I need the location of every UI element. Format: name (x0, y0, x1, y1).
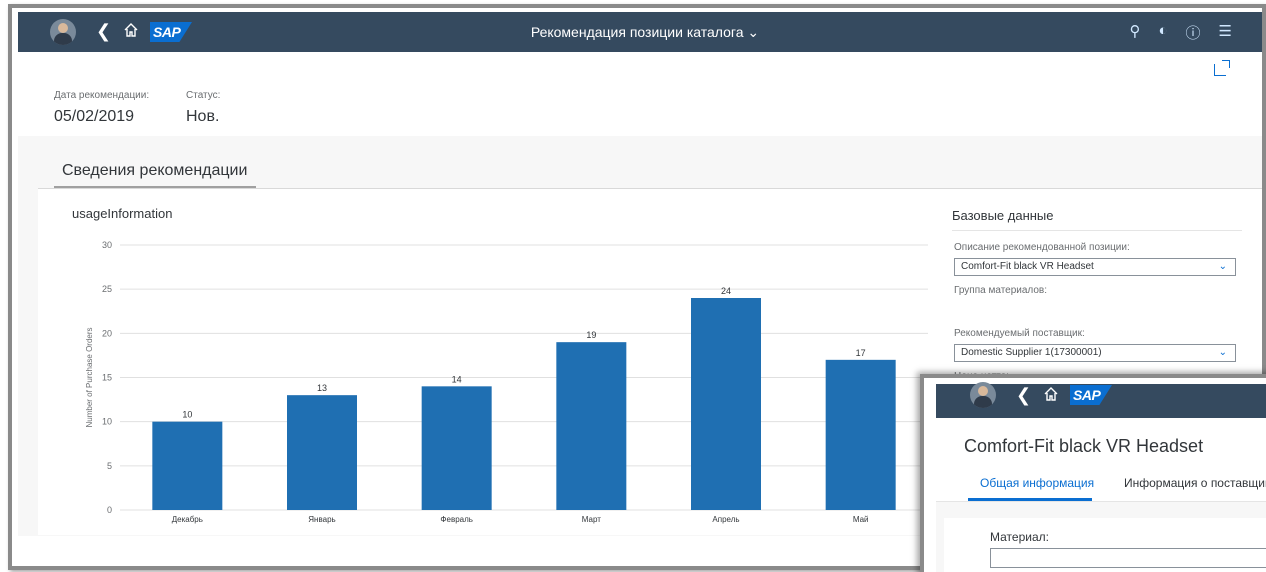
chart-title: usageInformation (72, 206, 173, 221)
tab-recommendation-details[interactable]: Сведения рекомендации (62, 162, 247, 180)
y-tick-label: 5 (107, 461, 112, 471)
object-title: Comfort-Fit black VR Headset (964, 436, 1204, 456)
supplier-select[interactable]: Domestic Supplier 1(17300001) ⌄ (954, 344, 1236, 362)
y-tick-label: 20 (102, 328, 112, 338)
x-tick-label: Февраль (440, 515, 473, 524)
status-value: Нов. (186, 108, 220, 125)
back-icon[interactable]: ❮ (1016, 385, 1031, 406)
bar (556, 342, 627, 510)
bar (421, 386, 492, 510)
basic-data-divider (952, 230, 1242, 231)
chevron-down-icon[interactable]: ⌄ (1219, 345, 1227, 361)
material-label: Материал: (990, 530, 1049, 544)
notifications-icon[interactable]: ☰ (1219, 22, 1232, 43)
avatar[interactable] (970, 382, 996, 408)
material-group-label: Группа материалов: (954, 285, 1048, 296)
material-input[interactable] (990, 548, 1266, 568)
app-title[interactable]: Рекомендация позиции каталога ⌄ (18, 24, 1262, 41)
basic-data-title: Базовые данные (952, 208, 1054, 223)
bar (825, 359, 896, 510)
x-tick-label: Март (582, 515, 601, 524)
tab-general-info[interactable]: Общая информация (980, 476, 1094, 490)
chevron-down-icon: ⌄ (747, 24, 760, 40)
item-description-value: Comfort-Fit black VR Headset (961, 261, 1094, 272)
x-tick-label: Май (853, 515, 869, 524)
shell-toolbar: ⚲ ◐ ⓘ ☰ (1129, 22, 1232, 43)
date-label: Дата рекомендации: (54, 90, 150, 101)
date-value: 05/02/2019 (54, 108, 135, 125)
item-description-label: Описание рекомендованной позиции: (954, 242, 1130, 253)
shell-bar: ❮ SAP Рекомендация позиции каталога ⌄ ⚲ … (18, 12, 1262, 52)
y-tick-label: 10 (102, 417, 112, 427)
tab-supplier-info[interactable]: Информация о поставщик (1124, 476, 1266, 490)
search-icon[interactable]: ⚲ (1129, 22, 1140, 43)
bar (287, 395, 357, 510)
supplier-value: Domestic Supplier 1(17300001) (961, 347, 1102, 358)
status-label: Статус: (186, 90, 221, 101)
y-tick-label: 25 (102, 284, 112, 294)
help-icon[interactable]: ⓘ (1186, 22, 1201, 43)
data-label: 14 (452, 374, 462, 384)
supplier-label: Рекомендуемый поставщик: (954, 328, 1085, 339)
chevron-down-icon[interactable]: ⌄ (1219, 259, 1227, 275)
usage-chart: 0 5 10 15 20 25 30 Number of Purchase Orders 10 Д… (85, 240, 928, 524)
item-description-select[interactable]: Comfort-Fit black VR Headset ⌄ (954, 258, 1236, 276)
bar (152, 421, 223, 510)
data-label: 10 (182, 410, 192, 420)
data-label: 13 (317, 383, 327, 393)
x-tick-label: Апрель (712, 515, 739, 524)
y-tick-label: 30 (102, 240, 112, 250)
bar (691, 298, 761, 510)
data-label: 24 (721, 286, 731, 296)
x-tick-label: Январь (308, 515, 335, 524)
x-tick-label: Декабрь (172, 515, 203, 524)
data-label: 19 (586, 330, 596, 340)
y-axis-label: Number of Purchase Orders (85, 327, 94, 427)
home-icon[interactable] (1042, 385, 1060, 403)
copilot-icon[interactable]: ◐ (1158, 22, 1167, 43)
data-label: 17 (856, 348, 866, 358)
share-icon[interactable] (1214, 60, 1230, 76)
overlay-screenshot-frame: ❮ SAP Comfort-Fit black VR Headset Общая… (920, 374, 1266, 572)
y-tick-label: 15 (102, 373, 112, 383)
y-tick-label: 0 (107, 505, 112, 515)
